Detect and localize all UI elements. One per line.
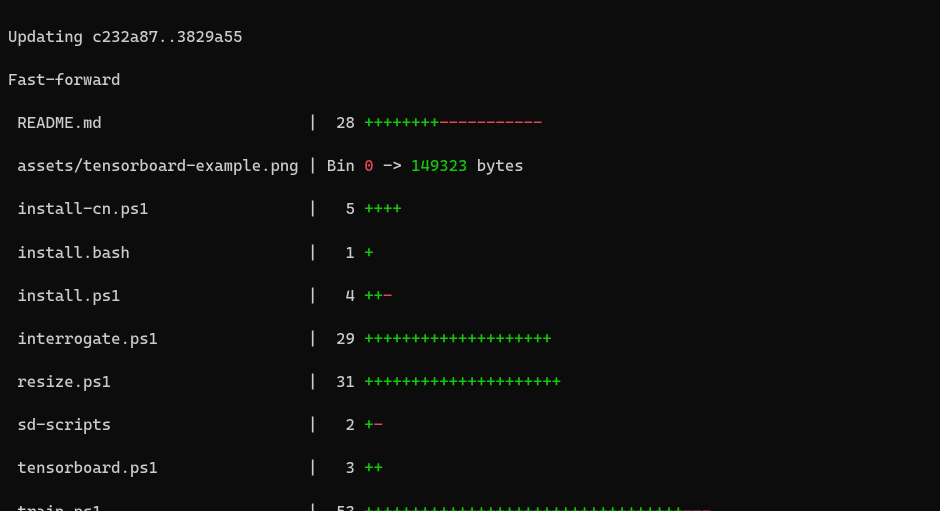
- file-change-row: sd-scripts | 2 +-: [8, 414, 932, 436]
- file-change-row: assets/tensorboard-example.png | Bin 0 -…: [8, 155, 932, 177]
- file-change-row: interrogate.ps1 | 29 +++++++++++++++++++…: [8, 328, 932, 350]
- file-change-row: README.md | 28 ++++++++-----------: [8, 112, 932, 134]
- fast-forward-line: Fast-forward: [8, 69, 932, 91]
- file-change-row: install.ps1 | 4 ++-: [8, 285, 932, 307]
- file-change-row: install.bash | 1 +: [8, 242, 932, 264]
- file-change-row: tensorboard.ps1 | 3 ++: [8, 457, 932, 479]
- file-change-row: install-cn.ps1 | 5 ++++: [8, 198, 932, 220]
- file-change-row: resize.ps1 | 31 +++++++++++++++++++++: [8, 371, 932, 393]
- updating-line: Updating c232a87..3829a55: [8, 26, 932, 48]
- file-change-row: train.ps1 | 53 +++++++++++++++++++++++++…: [8, 501, 932, 511]
- terminal-output[interactable]: Updating c232a87..3829a55 Fast-forward R…: [0, 0, 940, 511]
